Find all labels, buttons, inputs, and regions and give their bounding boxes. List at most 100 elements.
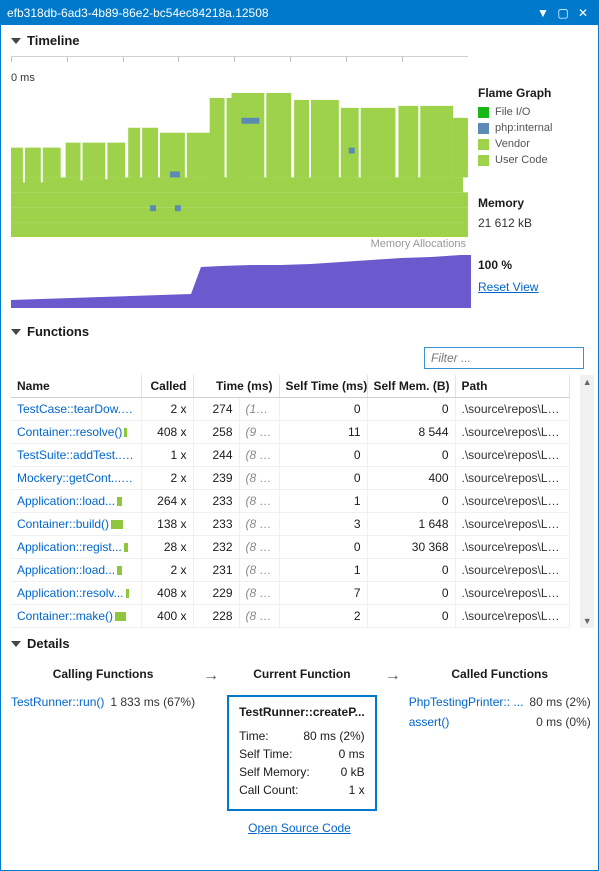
functions-header[interactable]: Functions — [1, 316, 598, 343]
fn-mem: 0 — [367, 444, 455, 467]
table-header-row[interactable]: Name Called Time (ms) Self Time (ms) Sel… — [11, 375, 570, 398]
col-mem[interactable]: Self Mem. (B) — [367, 375, 455, 398]
fn-path: .\source\repos\Lara — [455, 490, 570, 513]
legend-item-user: User Code — [478, 154, 588, 166]
fn-mem: 0 — [367, 398, 455, 421]
table-row[interactable]: Container::resolve()408 x258(9 %)118 544… — [11, 421, 570, 444]
table-row[interactable]: Mockery::getCont...2 x239(8 %)0400.\sour… — [11, 467, 570, 490]
fn-time: 233 — [193, 490, 239, 513]
legend-item-vendor: Vendor — [478, 138, 588, 150]
fn-self: 1 — [279, 490, 367, 513]
memory-summary: Memory 21 612 kB — [478, 196, 588, 230]
fn-name[interactable]: Container::build() — [11, 513, 141, 536]
scroll-up-icon[interactable]: ▲ — [580, 375, 594, 389]
titlebar: efb318db-6ad3-4b89-86e2-bc54ec84218a.125… — [1, 1, 598, 25]
reset-view-link[interactable]: Reset View — [478, 280, 538, 294]
fn-self: 0 — [279, 398, 367, 421]
fn-name[interactable]: TestSuite::addTest... — [11, 444, 141, 467]
filter-input[interactable] — [424, 347, 584, 369]
arrow-icon: → — [199, 667, 223, 685]
collapse-icon — [11, 641, 21, 647]
memory-chart[interactable] — [11, 252, 468, 308]
table-row[interactable]: TestSuite::addTest...1 x244(8 %)00.\sour… — [11, 444, 570, 467]
cur-self-v: 0 ms — [339, 747, 365, 761]
table-row[interactable]: Application::resolv...408 x229(8 %)70.\s… — [11, 582, 570, 605]
fn-path: .\source\repos\Lara — [455, 559, 570, 582]
fn-time: 233 — [193, 513, 239, 536]
flame-graph[interactable] — [11, 88, 468, 238]
time-axis — [11, 56, 468, 70]
cur-mem-v: 0 kB — [341, 765, 365, 779]
timeline-title: Timeline — [27, 33, 80, 48]
current-fn-name: TestRunner::createP... — [239, 705, 365, 719]
fn-name[interactable]: Mockery::getCont... — [11, 467, 141, 490]
called-item[interactable]: PhpTestingPrinter:: ... 80 ms (2%) — [409, 695, 591, 709]
fn-time: 231 — [193, 559, 239, 582]
called-stat: 80 ms (2%) — [529, 695, 590, 709]
arrow-icon: → — [381, 667, 405, 685]
fn-mem: 0 — [367, 559, 455, 582]
close-icon[interactable]: ✕ — [574, 4, 592, 22]
timeline-body: 0 ms — [1, 52, 598, 316]
fn-name[interactable]: Application::load... — [11, 490, 141, 513]
table-row[interactable]: Application::regist...28 x232(8 %)030 36… — [11, 536, 570, 559]
fn-name[interactable]: Container::resolve() — [11, 421, 141, 444]
col-time[interactable]: Time (ms) — [193, 375, 279, 398]
swatch-user — [478, 155, 489, 166]
calling-stat: 1 833 ms (67%) — [110, 695, 195, 709]
table-row[interactable]: Application::load...2 x231(8 %)10.\sourc… — [11, 559, 570, 582]
table-scrollbar[interactable]: ▲ ▼ — [580, 375, 594, 628]
fn-time-pct: (8 %) — [239, 490, 279, 513]
col-called[interactable]: Called — [141, 375, 193, 398]
details-header[interactable]: Details — [1, 628, 598, 655]
fn-time-pct: (8 %) — [239, 467, 279, 490]
fn-path: .\source\repos\Lara — [455, 467, 570, 490]
fn-name[interactable]: Application::resolv... — [11, 582, 141, 605]
calling-item[interactable]: TestRunner::run() 1 833 ms (67%) — [11, 695, 195, 709]
table-row[interactable]: Container::make()400 x228(8 %)20.\source… — [11, 605, 570, 628]
timeline-header[interactable]: Timeline — [1, 25, 598, 52]
open-source-link[interactable]: Open Source Code — [11, 821, 588, 835]
calling-fn[interactable]: TestRunner::run() — [11, 695, 104, 709]
memory-value: 21 612 kB — [478, 216, 588, 230]
legend-item-php: php:internal — [478, 122, 588, 134]
called-fn[interactable]: assert() — [409, 715, 450, 729]
memory-label: Memory — [478, 196, 588, 210]
memory-alloc-label: Memory Allocations — [11, 238, 468, 250]
called-item[interactable]: assert() 0 ms (0%) — [409, 715, 591, 729]
collapse-icon — [11, 38, 21, 44]
fn-path: .\source\repos\Lara — [455, 513, 570, 536]
fn-time-pct: (9 %) — [239, 421, 279, 444]
col-self[interactable]: Self Time (ms) — [279, 375, 367, 398]
calling-list: TestRunner::run() 1 833 ms (67%) — [11, 695, 195, 715]
fn-time: 232 — [193, 536, 239, 559]
fn-mem: 8 544 — [367, 421, 455, 444]
scroll-down-icon[interactable]: ▼ — [580, 614, 594, 628]
col-name[interactable]: Name — [11, 375, 141, 398]
fn-time-pct: (8 %) — [239, 559, 279, 582]
fn-name[interactable]: Application::load... — [11, 559, 141, 582]
legend: Flame Graph File I/O php:internal Vendor… — [478, 56, 588, 308]
timeline-charts[interactable]: 0 ms — [11, 56, 468, 308]
called-fn[interactable]: PhpTestingPrinter:: ... — [409, 695, 524, 709]
fn-called: 138 x — [141, 513, 193, 536]
fn-called: 2 x — [141, 467, 193, 490]
table-row[interactable]: Application::load...264 x233(8 %)10.\sou… — [11, 490, 570, 513]
functions-table[interactable]: Name Called Time (ms) Self Time (ms) Sel… — [11, 375, 570, 628]
table-row[interactable]: TestCase::tearDow...2 x274(10 %)00.\sour… — [11, 398, 570, 421]
dropdown-icon[interactable]: ▼ — [534, 4, 552, 22]
content-scroll: Timeline 0 ms — [1, 25, 598, 870]
called-h: Called Functions — [409, 667, 591, 691]
fn-name[interactable]: Container::make() — [11, 605, 141, 628]
fn-called: 2 x — [141, 559, 193, 582]
col-path[interactable]: Path — [455, 375, 570, 398]
details-title: Details — [27, 636, 70, 651]
fn-name[interactable]: TestCase::tearDow... — [11, 398, 141, 421]
cur-mem-l: Self Memory: — [239, 765, 310, 779]
fn-name[interactable]: Application::regist... — [11, 536, 141, 559]
window-controls: ▼ ▢ ✕ — [534, 4, 592, 22]
maximize-icon[interactable]: ▢ — [554, 4, 572, 22]
fn-called: 2 x — [141, 398, 193, 421]
fn-called: 400 x — [141, 605, 193, 628]
table-row[interactable]: Container::build()138 x233(8 %)31 648.\s… — [11, 513, 570, 536]
